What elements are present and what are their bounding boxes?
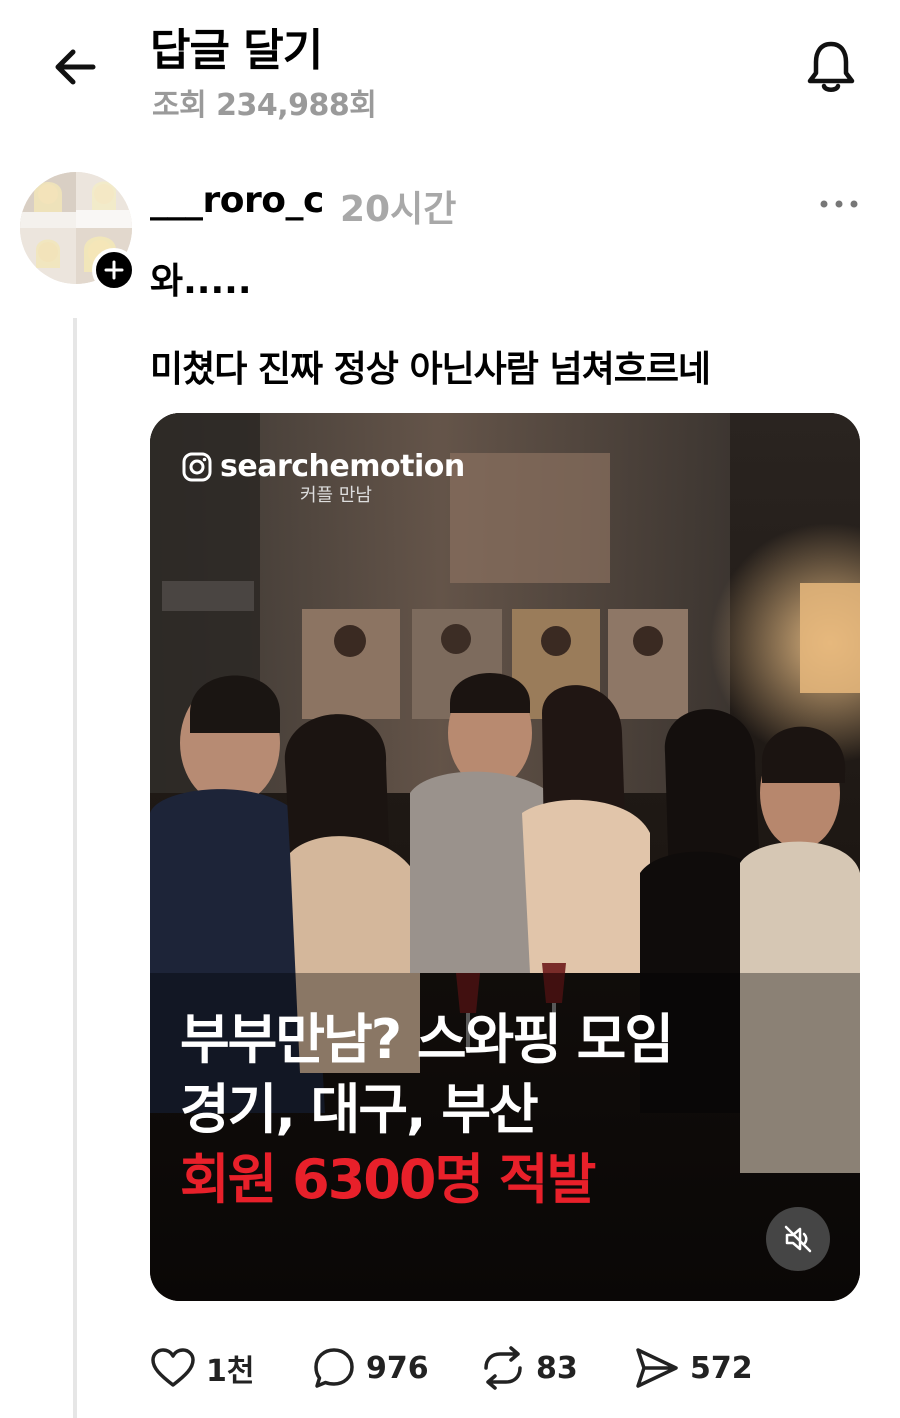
back-button[interactable] [48, 40, 102, 94]
action-bar: 1천 976 83 572 [150, 1340, 860, 1396]
like-button[interactable]: 1천 [150, 1340, 254, 1396]
instagram-icon [182, 452, 212, 481]
bell-icon [807, 41, 855, 92]
arrow-left-icon [55, 49, 96, 85]
screen-title: 커플 만남 [300, 485, 372, 506]
top-bar: 답글 달기 조회 234,988회 [0, 0, 900, 140]
more-horizontal-icon [820, 200, 858, 208]
speaker-muted-icon [784, 1225, 812, 1253]
mute-button[interactable] [766, 1207, 830, 1271]
plus-icon [104, 260, 124, 280]
post-text: 와..... [150, 261, 252, 302]
share-button[interactable]: 572 [634, 1340, 753, 1396]
comment-button[interactable]: 976 [312, 1340, 429, 1396]
like-count: 1천 [206, 1354, 255, 1389]
post-timestamp: 20시간 [340, 189, 457, 230]
heart-icon [151, 1348, 195, 1387]
post-media[interactable]: 커플 만남 searchemotion 부부만남? 스와핑 모임 경기, 대구,… [150, 413, 860, 1301]
more-options-button[interactable] [816, 186, 862, 222]
repost-count: 83 [536, 1350, 578, 1386]
headline-line-2: 경기, 대구, 부산 [180, 1078, 539, 1141]
repost-icon [484, 1346, 522, 1390]
page-title: 답글 달기 [150, 25, 323, 76]
comment-icon [314, 1348, 354, 1388]
repost-button[interactable]: 83 [480, 1340, 578, 1396]
username[interactable]: ___roro_c [150, 180, 324, 221]
view-count: 조회 234,988회 [152, 88, 377, 123]
headline-line-3: 회원 6300명 적발 [180, 1148, 596, 1211]
send-icon [636, 1348, 678, 1388]
instagram-handle-text: searchemotion [220, 449, 465, 484]
instagram-handle: searchemotion [182, 449, 465, 484]
follow-button[interactable] [92, 248, 136, 292]
comment-count: 976 [366, 1350, 429, 1386]
reply-text: 미쳤다 진짜 정상 아닌사람 넘쳐흐르네 [150, 349, 711, 390]
headline-line-1: 부부만남? 스와핑 모임 [180, 1008, 674, 1071]
thread-line [73, 318, 77, 1418]
share-count: 572 [690, 1350, 753, 1386]
notification-button[interactable] [800, 36, 862, 98]
